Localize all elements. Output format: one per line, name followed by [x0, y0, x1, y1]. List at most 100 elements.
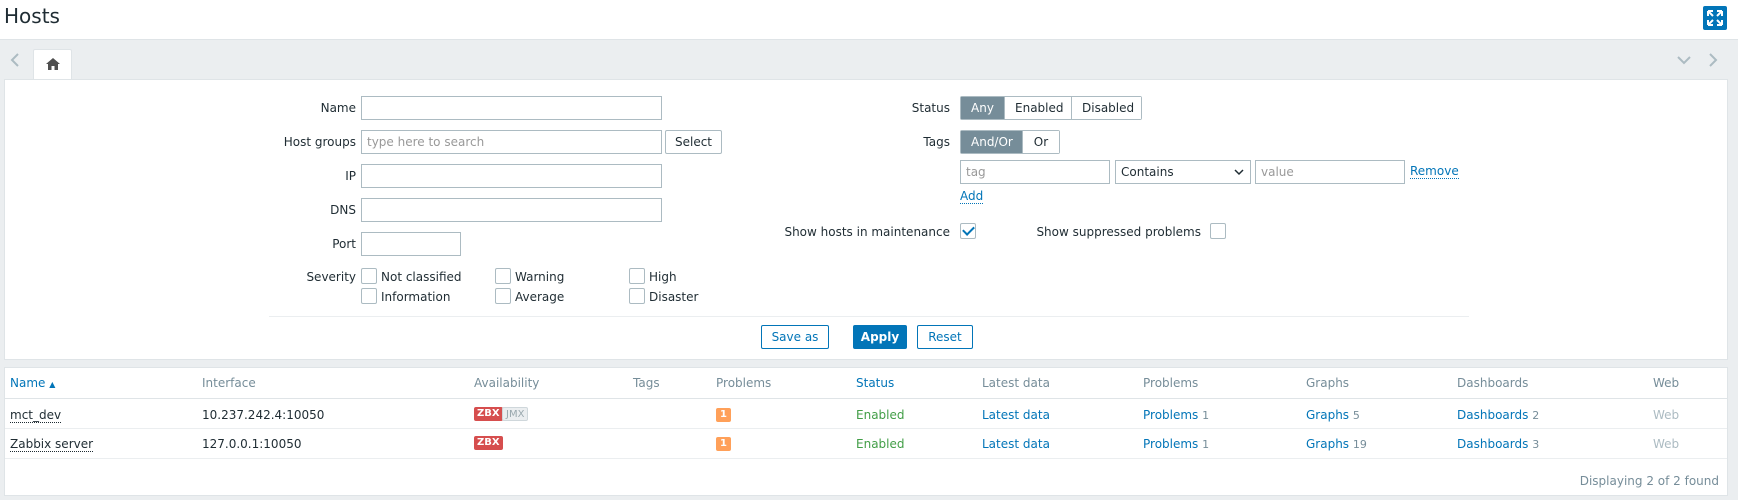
maintenance-checkbox[interactable] [960, 223, 976, 239]
web-link: Web [1653, 408, 1680, 422]
problems-link-cell[interactable]: Problems 1 [1143, 408, 1209, 422]
graphs-link-cell[interactable]: Graphs 19 [1306, 437, 1367, 451]
port-input[interactable] [361, 232, 461, 256]
row-divider [5, 458, 1727, 459]
apply-button[interactable]: Apply [853, 325, 907, 349]
host-interface: 10.237.242.4:10050 [202, 408, 325, 422]
dashboards-count: 2 [1532, 409, 1540, 422]
availability-zbx-badge[interactable]: ZBX [474, 436, 503, 450]
fullscreen-button[interactable] [1703, 6, 1727, 30]
column-header-web: Web [1653, 376, 1680, 390]
latest-data-link[interactable]: Latest data [982, 408, 1050, 422]
filter-divider [269, 316, 1469, 317]
severity-label-disaster: Disaster [649, 290, 699, 304]
host-name-link[interactable]: Zabbix server [10, 437, 94, 452]
column-header-availability: Availability [474, 376, 540, 390]
severity-label-not-classified: Not classified [381, 270, 462, 284]
problems-count-badge[interactable]: 1 [716, 437, 731, 451]
page-title: Hosts [4, 4, 60, 28]
tags-andor-option[interactable]: And/Or [961, 131, 1023, 153]
severity-information-checkbox[interactable] [361, 288, 377, 304]
tag-operator-value: Contains [1121, 165, 1174, 179]
graphs-link[interactable]: Graphs [1306, 408, 1349, 422]
port-label: Port [332, 237, 356, 251]
column-header-status[interactable]: Status [856, 376, 894, 390]
column-header-name-label: Name [10, 376, 46, 390]
web-link: Web [1653, 437, 1680, 451]
column-header-problems-link: Problems [1143, 376, 1199, 390]
suppressed-checkbox[interactable] [1210, 223, 1226, 239]
tag-operator-select[interactable]: Contains [1115, 160, 1251, 184]
host-status[interactable]: Enabled [856, 437, 905, 451]
dashboards-link-cell[interactable]: Dashboards 2 [1457, 408, 1539, 422]
dashboards-link[interactable]: Dashboards [1457, 437, 1528, 451]
severity-warning-checkbox[interactable] [495, 268, 511, 284]
dashboards-link[interactable]: Dashboards [1457, 408, 1528, 422]
column-header-dashboards: Dashboards [1457, 376, 1529, 390]
name-label: Name [320, 101, 356, 115]
chevron-left-icon[interactable] [9, 53, 21, 67]
severity-not-classified-checkbox[interactable] [361, 268, 377, 284]
graphs-count: 5 [1352, 409, 1360, 422]
column-header-tags: Tags [633, 376, 660, 390]
graphs-link[interactable]: Graphs [1306, 437, 1349, 451]
host-name-link[interactable]: mct_dev [10, 408, 62, 423]
chevron-right-icon[interactable] [1707, 53, 1719, 67]
maintenance-label: Show hosts in maintenance [784, 225, 950, 239]
availability-zbx-badge[interactable]: ZBX [474, 407, 503, 421]
column-header-latest-data: Latest data [982, 376, 1050, 390]
tab-home[interactable] [33, 49, 72, 80]
ip-input[interactable] [361, 164, 662, 188]
problems-count-badge[interactable]: 1 [716, 408, 731, 422]
host-groups-input[interactable] [361, 130, 662, 154]
home-icon [46, 58, 60, 70]
header-divider [5, 398, 1727, 399]
status-enabled-option[interactable]: Enabled [1005, 97, 1072, 119]
tags-label: Tags [923, 135, 950, 149]
severity-average-checkbox[interactable] [495, 288, 511, 304]
reset-button[interactable]: Reset [917, 325, 973, 349]
tags-or-option[interactable]: Or [1023, 131, 1059, 153]
graphs-link-cell[interactable]: Graphs 5 [1306, 408, 1360, 422]
dashboards-count: 3 [1532, 438, 1540, 451]
dashboards-link-cell[interactable]: Dashboards 3 [1457, 437, 1539, 451]
table-footer-count: Displaying 2 of 2 found [1579, 474, 1719, 488]
host-interface: 127.0.0.1:10050 [202, 437, 302, 451]
severity-label-information: Information [381, 290, 451, 304]
dns-input[interactable] [361, 198, 662, 222]
tag-add-link[interactable]: Add [960, 189, 984, 204]
row-divider [5, 428, 1727, 429]
status-disabled-option[interactable]: Disabled [1072, 97, 1141, 119]
column-header-name[interactable]: Name ▲ [10, 376, 55, 390]
tag-value-input[interactable] [1255, 160, 1405, 184]
host-status[interactable]: Enabled [856, 408, 905, 422]
status-radio-group: Any Enabled Disabled [960, 96, 1142, 120]
problems-link[interactable]: Problems [1143, 408, 1198, 422]
status-any-option[interactable]: Any [961, 97, 1005, 119]
problems-link[interactable]: Problems [1143, 437, 1198, 451]
problems-link-cell[interactable]: Problems 1 [1143, 437, 1209, 451]
sort-asc-icon: ▲ [49, 380, 56, 389]
filter-tabbar [0, 40, 1738, 80]
chevron-down-icon[interactable] [1677, 55, 1691, 65]
hosts-table: Name ▲ Interface Availability Tags Probl… [4, 367, 1728, 496]
tag-remove-link[interactable]: Remove [1410, 164, 1459, 179]
fullscreen-icon [1707, 10, 1723, 26]
status-label: Status [911, 101, 950, 115]
severity-label-average: Average [515, 290, 565, 304]
column-header-interface: Interface [202, 376, 256, 390]
graphs-count: 19 [1352, 438, 1367, 451]
problems-count: 1 [1202, 409, 1210, 422]
page-header: Hosts [0, 0, 1738, 40]
host-groups-select-button[interactable]: Select [665, 130, 722, 154]
tag-name-input[interactable] [960, 160, 1110, 184]
save-as-button[interactable]: Save as [761, 325, 829, 349]
column-header-problems: Problems [716, 376, 772, 390]
severity-high-checkbox[interactable] [629, 268, 645, 284]
latest-data-link[interactable]: Latest data [982, 437, 1050, 451]
ip-label: IP [345, 169, 356, 183]
host-groups-label: Host groups [283, 135, 356, 149]
severity-disaster-checkbox[interactable] [629, 288, 645, 304]
availability-jmx-badge[interactable]: JMX [502, 407, 529, 421]
name-input[interactable] [361, 96, 662, 120]
